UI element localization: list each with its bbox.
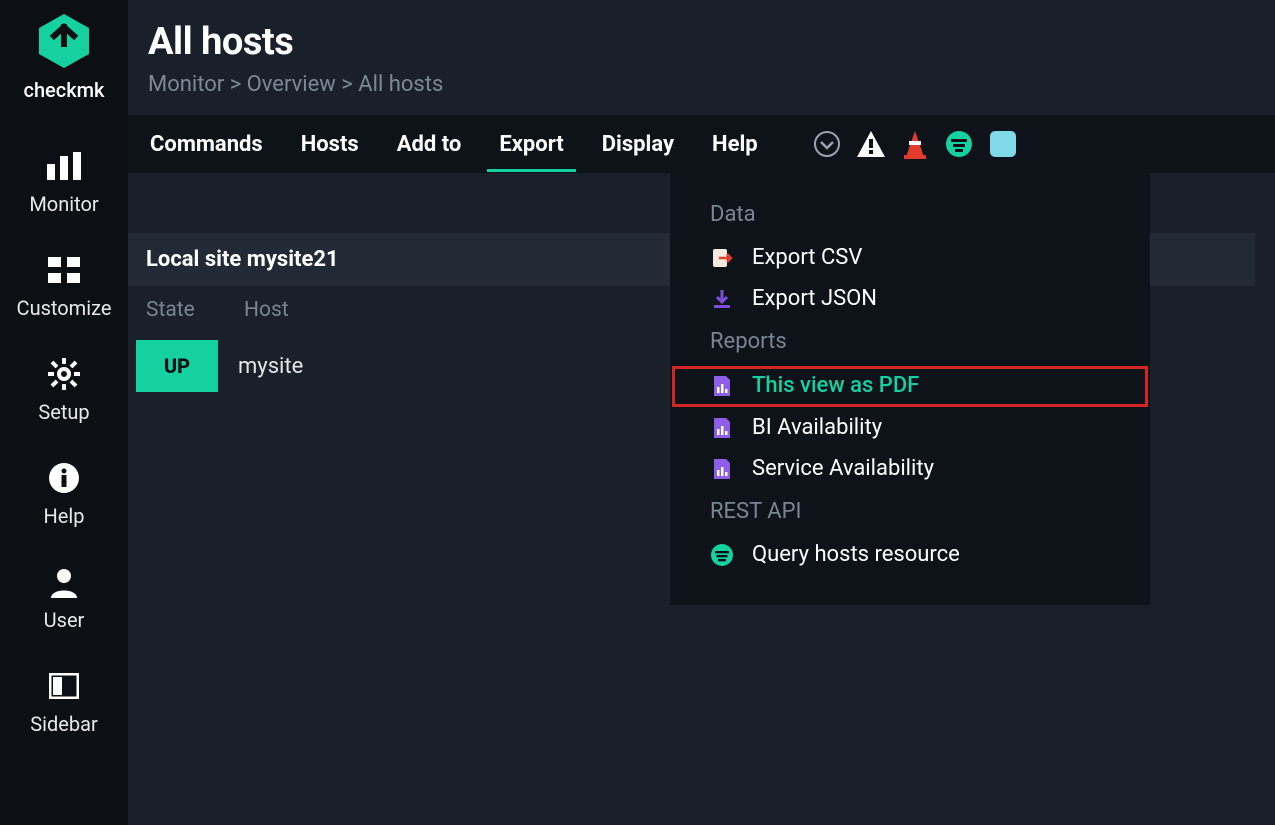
sidebar-item-customize[interactable]: Customize <box>0 236 128 340</box>
panel-icon <box>49 668 79 704</box>
square-icon[interactable] <box>988 129 1018 159</box>
sidebar-item-label: User <box>44 608 85 632</box>
breadcrumb[interactable]: Monitor > Overview > All hosts <box>148 72 1255 97</box>
dropdown-item-label: Export CSV <box>752 245 862 270</box>
dropdown-section-restapi: REST API <box>670 491 1150 536</box>
sidebar-item-sidebar[interactable]: Sidebar <box>0 652 128 756</box>
dropdown-item-label: This view as PDF <box>752 373 919 398</box>
report-icon <box>710 416 734 440</box>
download-icon <box>710 287 734 311</box>
brand-block: checkmk <box>24 12 105 102</box>
menu-export[interactable]: Export <box>497 118 565 171</box>
grid-icon <box>48 252 80 288</box>
state-badge: UP <box>136 340 218 392</box>
sidebar-item-setup[interactable]: Setup <box>0 340 128 444</box>
menu-display[interactable]: Display <box>600 118 676 171</box>
chevron-down-circle-icon[interactable] <box>812 129 842 159</box>
export-dropdown: Data Export CSV Export JSON Reports This… <box>670 172 1150 605</box>
export-right-icon <box>710 246 734 270</box>
dropdown-export-csv[interactable]: Export CSV <box>670 239 1150 280</box>
report-icon <box>710 457 734 481</box>
dropdown-section-reports: Reports <box>670 321 1150 366</box>
dropdown-query-hosts[interactable]: Query hosts resource <box>670 536 1150 577</box>
menu-icon-bar <box>812 129 1018 159</box>
sidebar-item-monitor[interactable]: Monitor <box>0 132 128 236</box>
page-title: All hosts <box>148 20 1255 64</box>
sidebar-item-label: Setup <box>38 400 89 424</box>
sidebar-item-label: Sidebar <box>30 712 98 736</box>
dropdown-this-view-pdf[interactable]: This view as PDF <box>672 366 1148 407</box>
dropdown-export-json[interactable]: Export JSON <box>670 280 1150 321</box>
sidebar-item-label: Help <box>44 504 85 528</box>
filter-lines-icon[interactable] <box>944 129 974 159</box>
info-icon <box>48 460 80 496</box>
app-sidebar: checkmk Monitor Customize Setup Help Use… <box>0 0 128 825</box>
menu-commands[interactable]: Commands <box>148 118 265 171</box>
page-header: All hosts Monitor > Overview > All hosts <box>128 20 1275 111</box>
user-icon <box>48 564 80 600</box>
dropdown-item-label: BI Availability <box>752 415 882 440</box>
sidebar-item-label: Monitor <box>29 192 98 216</box>
col-state-header[interactable]: State <box>146 298 244 322</box>
menu-bar: Commands Hosts Add to Export Display Hel… <box>128 115 1275 173</box>
sidebar-item-label: Customize <box>17 296 112 320</box>
checkmk-logo-icon <box>37 12 91 74</box>
sidebar-item-help[interactable]: Help <box>0 444 128 548</box>
menu-add-to[interactable]: Add to <box>395 118 464 171</box>
gear-icon <box>48 356 80 392</box>
bars-icon <box>47 148 81 184</box>
traffic-cone-icon[interactable] <box>900 129 930 159</box>
main-content: All hosts Monitor > Overview > All hosts… <box>128 0 1275 825</box>
dropdown-item-label: Query hosts resource <box>752 542 960 567</box>
warning-triangle-icon[interactable] <box>856 129 886 159</box>
menu-hosts[interactable]: Hosts <box>299 118 361 171</box>
dropdown-bi-availability[interactable]: BI Availability <box>670 409 1150 450</box>
report-icon <box>710 374 734 398</box>
host-cell[interactable]: mysite <box>218 354 303 379</box>
dropdown-item-label: Service Availability <box>752 456 934 481</box>
dropdown-section-data: Data <box>670 194 1150 239</box>
sidebar-item-user[interactable]: User <box>0 548 128 652</box>
dropdown-item-label: Export JSON <box>752 286 877 311</box>
menu-help[interactable]: Help <box>710 118 760 171</box>
dropdown-service-availability[interactable]: Service Availability <box>670 450 1150 491</box>
api-icon <box>710 543 734 567</box>
brand-name: checkmk <box>24 78 105 102</box>
